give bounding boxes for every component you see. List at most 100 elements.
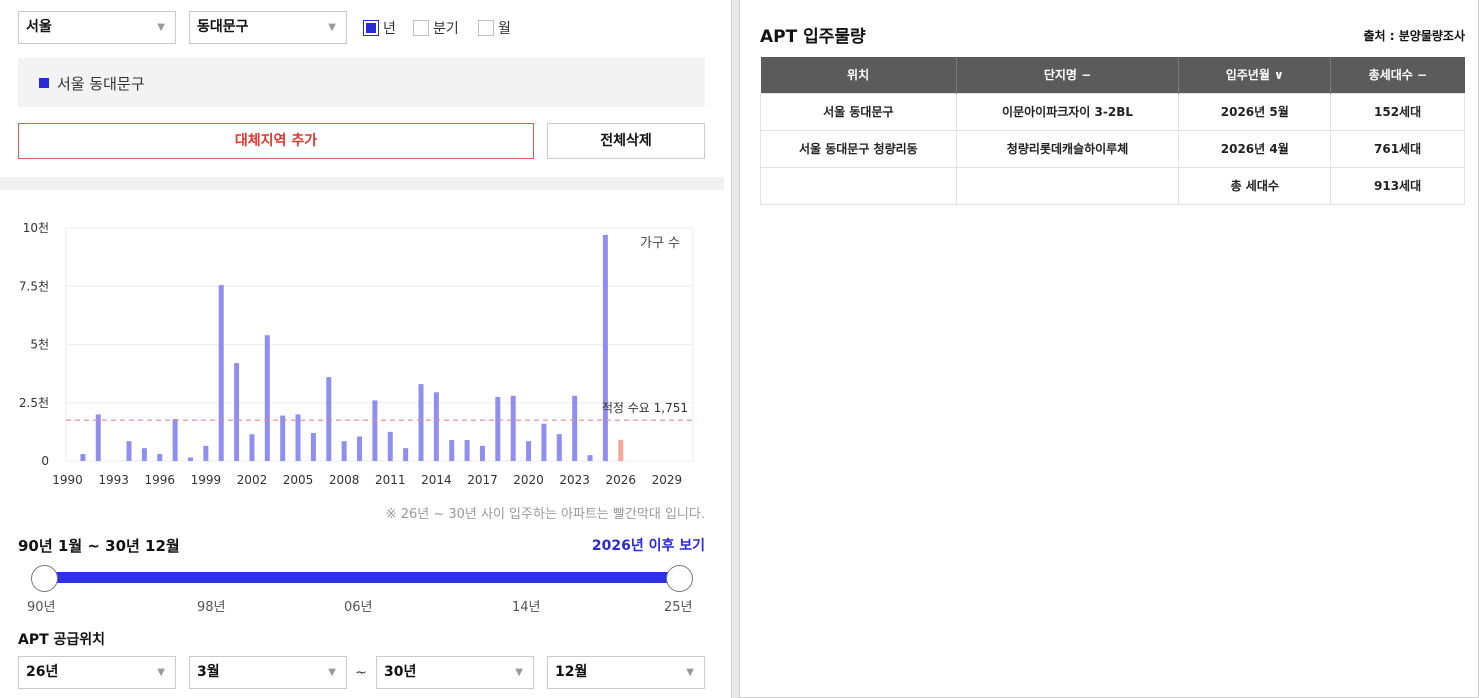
chevron-down-icon: ▼	[328, 667, 336, 678]
chart-bar	[80, 454, 86, 461]
y-tick-label: 2.5천	[19, 395, 49, 410]
range-slider-start-handle[interactable]	[31, 565, 58, 592]
chart-bar	[187, 457, 193, 461]
city-select[interactable]: 서울 ▼	[18, 11, 176, 44]
checkbox-icon	[413, 20, 429, 36]
section-separator	[0, 177, 724, 190]
chart-bar	[541, 423, 547, 461]
table-cell: 761세대	[1330, 129, 1465, 168]
y-tick-label: 10천	[23, 220, 49, 235]
chart-bar	[526, 441, 532, 461]
chart-bar	[295, 414, 301, 461]
chart-bar	[372, 400, 378, 461]
chart-bar	[218, 285, 224, 461]
range-slider-track[interactable]	[44, 572, 681, 583]
slider-tick-label: 98년	[197, 600, 226, 615]
table-row[interactable]: 서울 동대문구 청량리동 청량리롯데캐슬하이루체 2026년 4월 761세대	[760, 129, 1465, 168]
table-cell: 총 세대수	[1178, 166, 1332, 205]
chart-bar	[556, 434, 562, 461]
chart-bar	[341, 441, 347, 461]
y-tick-label: 7.5천	[19, 278, 49, 293]
reference-line-label: 적정 수요 1,751	[602, 401, 688, 415]
right-panel: APT 입주물량 출처 : 분양물량조사 위치 단지명 − 입주년월 ∨ 총세대…	[740, 0, 1479, 698]
period-checkbox-year[interactable]: 년	[363, 19, 396, 37]
chevron-down-icon: ▼	[328, 22, 336, 33]
x-tick-label: 2023	[559, 473, 590, 487]
column-header-total-units[interactable]: 총세대수 −	[1330, 57, 1465, 93]
chart-bar	[95, 414, 101, 461]
chart-legend-label: 가구 수	[640, 236, 680, 251]
x-tick-label: 1996	[144, 473, 175, 487]
to-month-select[interactable]: 12월 ▼	[547, 656, 705, 689]
table-cell: 이문아이파크자이 3-2BL	[955, 92, 1180, 131]
table-row[interactable]: 서울 동대문구 이문아이파크자이 3-2BL 2026년 5월 152세대	[760, 92, 1465, 131]
x-tick-label: 2011	[375, 473, 406, 487]
chart-bar	[249, 434, 255, 461]
chart-bar	[326, 377, 332, 461]
x-tick-label: 2026	[605, 473, 636, 487]
chevron-down-icon: ▼	[157, 667, 165, 678]
to-month-value: 12월	[555, 664, 588, 680]
selected-region-label: 서울 동대문구	[57, 75, 145, 93]
period-label: 월	[498, 21, 511, 37]
table-header-row: 위치 단지명 − 입주년월 ∨ 총세대수 −	[760, 57, 1465, 93]
range-slider-end-handle[interactable]	[666, 565, 693, 592]
x-tick-label: 2020	[513, 473, 544, 487]
table-cell: 913세대	[1330, 166, 1465, 205]
chart-bar	[264, 335, 270, 461]
chart-bar	[449, 440, 455, 461]
city-select-value: 서울	[26, 19, 52, 35]
checkbox-checked-icon	[363, 20, 379, 36]
source-label: 출처 : 분양물량조사	[1363, 29, 1465, 43]
table-cell: 서울 동대문구 청량리동	[760, 129, 957, 168]
range-title: 90년 1월 ~ 30년 12월	[18, 537, 180, 555]
column-header-complex[interactable]: 단지명 −	[956, 57, 1180, 93]
chevron-down-icon: ▼	[515, 667, 523, 678]
table-cell	[760, 166, 957, 205]
column-header-location[interactable]: 위치	[760, 57, 957, 93]
chart-bar	[433, 392, 439, 461]
add-region-button[interactable]: 대체지역 추가	[18, 123, 534, 159]
chevron-down-icon: ▼	[157, 22, 165, 33]
chart-bar	[280, 415, 286, 461]
chart-bar	[572, 395, 578, 461]
table-cell: 2026년 5월	[1178, 92, 1332, 131]
x-tick-label: 2017	[467, 473, 498, 487]
district-select-value: 동대문구	[197, 19, 249, 35]
chart-bar	[387, 431, 393, 461]
slider-tick-label: 06년	[344, 600, 373, 615]
delete-all-button[interactable]: 전체삭제	[547, 123, 705, 159]
period-checkbox-quarter[interactable]: 분기	[413, 19, 459, 37]
period-checkbox-month[interactable]: 월	[478, 19, 511, 37]
column-header-move-in-date[interactable]: 입주년월 ∨	[1178, 57, 1332, 93]
chart-bar	[172, 419, 178, 461]
chart-bar	[464, 440, 470, 461]
from-month-select[interactable]: 3월 ▼	[189, 656, 347, 689]
left-panel: 서울 ▼ 동대문구 ▼ 년 분기 월 서울 동대문구 대체지역 추가 전체삭제 …	[0, 0, 724, 698]
from-year-value: 26년	[26, 664, 59, 680]
table-total-row: 총 세대수 913세대	[760, 166, 1465, 205]
view-after-2026-link[interactable]: 2026년 이후 보기	[500, 535, 705, 555]
to-year-select[interactable]: 30년 ▼	[376, 656, 534, 689]
table-cell: 서울 동대문구	[760, 92, 957, 131]
supply-location-title: APT 공급위치	[18, 632, 106, 648]
x-tick-label: 1990	[52, 473, 83, 487]
supply-chart: 10천 7.5천 5천 2.5천 0 1990 1993 1996 1999 2002 2005 20…	[0, 212, 724, 492]
chart-bar	[618, 439, 624, 461]
checkbox-icon	[478, 20, 494, 36]
from-year-select[interactable]: 26년 ▼	[18, 656, 176, 689]
table-cell: 152세대	[1330, 92, 1465, 131]
table-cell: 2026년 4월	[1178, 129, 1332, 168]
x-tick-label: 2008	[329, 473, 360, 487]
region-color-swatch	[39, 78, 49, 88]
slider-tick-label: 25년	[664, 600, 693, 615]
chart-bar	[587, 455, 593, 461]
chart-bar	[310, 433, 316, 461]
range-tilde: ~	[355, 665, 367, 681]
apt-move-in-title: APT 입주물량	[760, 27, 866, 47]
chart-bar	[403, 448, 409, 461]
chart-bar	[141, 448, 147, 461]
chart-bar	[357, 436, 363, 461]
move-in-table: 위치 단지명 − 입주년월 ∨ 총세대수 − 서울 동대문구 이문아이파크자이 …	[760, 57, 1465, 205]
district-select[interactable]: 동대문구 ▼	[189, 11, 347, 44]
